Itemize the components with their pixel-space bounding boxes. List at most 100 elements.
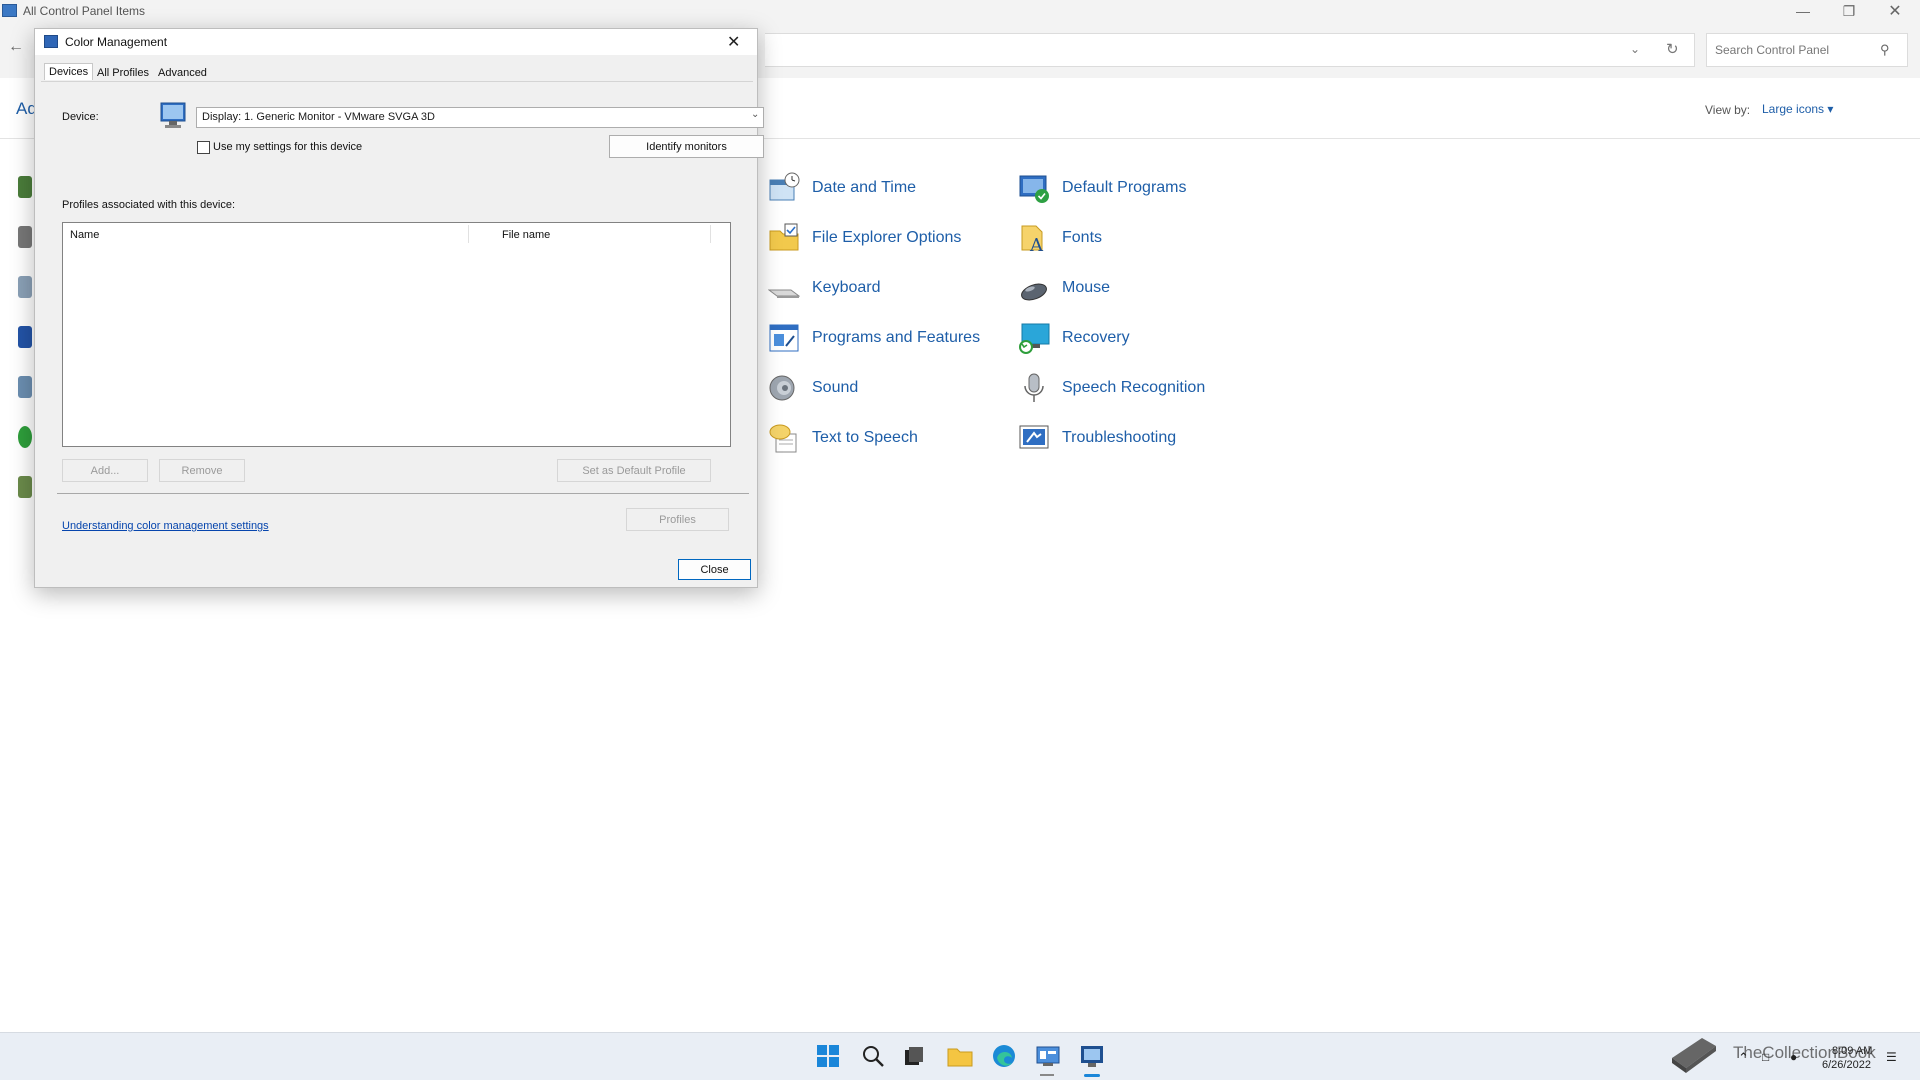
keyboard-icon	[767, 272, 801, 304]
minimize-icon[interactable]: —	[1780, 0, 1826, 22]
active-indicator	[1084, 1074, 1100, 1077]
notification-icon[interactable]: ☰	[1886, 1050, 1897, 1064]
partial-item-icon	[18, 226, 32, 248]
cp-item-label: Text to Speech	[812, 429, 918, 446]
volume-icon[interactable]: ●	[1790, 1050, 1797, 1064]
cp-item-label: Recovery	[1062, 329, 1130, 346]
cp-item-speech-recognition[interactable]: Speech Recognition	[1018, 370, 1205, 406]
search-input[interactable]: Search Control Panel	[1706, 33, 1908, 67]
set-default-profile-button[interactable]: Set as Default Profile	[557, 459, 711, 482]
running-indicator	[1040, 1074, 1054, 1076]
column-header-name[interactable]: Name	[70, 229, 99, 241]
start-icon[interactable]	[814, 1042, 842, 1070]
tab-divider	[41, 81, 753, 82]
network-icon[interactable]: □	[1762, 1050, 1769, 1064]
cp-item-mouse[interactable]: Mouse	[1018, 270, 1110, 306]
edge-icon[interactable]	[990, 1042, 1018, 1070]
tab-all-profiles[interactable]: All Profiles	[93, 65, 153, 81]
cp-item-label: Fonts	[1062, 229, 1103, 246]
file-explorer-icon[interactable]	[946, 1042, 974, 1070]
partial-item-icon	[18, 376, 32, 398]
close-icon[interactable]: ✕	[727, 32, 740, 52]
back-arrow-icon[interactable]: ←	[8, 38, 24, 56]
refresh-icon[interactable]: ↻	[1666, 40, 1679, 58]
cp-item-fonts[interactable]: A Fonts	[1018, 220, 1102, 256]
column-divider	[468, 225, 469, 243]
profiles-button[interactable]: Profiles	[626, 508, 729, 531]
use-settings-checkbox[interactable]	[197, 141, 210, 154]
tab-devices[interactable]: Devices	[44, 63, 94, 80]
color-management-icon[interactable]	[1078, 1042, 1106, 1070]
cp-item-file-explorer-options[interactable]: File Explorer Options	[768, 220, 961, 256]
partial-item-icon	[18, 176, 32, 198]
search-icon[interactable]	[859, 1042, 887, 1070]
address-bar[interactable]	[765, 33, 1695, 67]
restore-icon[interactable]: ❐	[1826, 0, 1872, 22]
cp-item-recovery[interactable]: Recovery	[1018, 320, 1130, 356]
clock-date[interactable]: 6/26/2022	[1822, 1059, 1871, 1071]
book-watermark-icon	[1668, 1032, 1718, 1076]
task-view-icon[interactable]	[900, 1042, 928, 1070]
partial-item-icon	[18, 326, 32, 348]
device-label: Device:	[62, 111, 99, 123]
recovery-icon	[1018, 322, 1050, 354]
programs-features-icon	[768, 322, 800, 354]
control-panel-window-title: All Control Panel Items	[23, 4, 146, 18]
dialog-title: Color Management	[65, 35, 168, 49]
control-panel-app-icon	[2, 4, 17, 17]
search-icon[interactable]: ⚲	[1880, 42, 1890, 58]
color-management-help-link[interactable]: Understanding color management settings	[62, 520, 269, 532]
identify-monitors-button[interactable]: Identify monitors	[609, 135, 764, 158]
cp-item-label: Troubleshooting	[1062, 429, 1177, 446]
troubleshooting-icon	[1018, 422, 1050, 454]
chevron-down-icon[interactable]: ⌄	[751, 109, 759, 120]
cp-item-label: Date and Time	[812, 179, 917, 196]
tab-advanced[interactable]: Advanced	[154, 65, 211, 81]
chevron-up-icon[interactable]: ⌃	[1738, 1050, 1749, 1066]
cp-item-date-time[interactable]: Date and Time	[768, 170, 916, 206]
cp-item-label: File Explorer Options	[812, 229, 962, 246]
partial-item-icon	[18, 426, 32, 448]
close-button[interactable]: Close	[678, 559, 751, 580]
chevron-down-icon[interactable]: ⌄	[1630, 42, 1640, 56]
profiles-section-label: Profiles associated with this device:	[62, 199, 236, 211]
cp-item-label: Default Programs	[1062, 179, 1187, 196]
speech-bubble-icon	[768, 422, 800, 454]
mouse-icon	[1018, 272, 1050, 304]
close-icon[interactable]: ✕	[1872, 0, 1918, 22]
view-by-label: View by:	[1705, 103, 1751, 117]
cp-item-sound[interactable]: Sound	[768, 370, 858, 406]
svg-text:A: A	[1029, 235, 1044, 254]
cp-item-text-to-speech[interactable]: Text to Speech	[768, 420, 918, 456]
partial-item-icon	[18, 476, 32, 498]
add-profile-button[interactable]: Add...	[62, 459, 148, 482]
use-settings-label: Use my settings for this device	[213, 141, 363, 153]
divider	[57, 493, 749, 494]
date-time-icon	[768, 172, 800, 204]
fonts-icon: A	[1018, 222, 1050, 256]
color-management-app-icon	[44, 35, 58, 48]
cp-item-troubleshooting[interactable]: Troubleshooting	[1018, 420, 1176, 456]
clock-time[interactable]: 8:09 AM	[1832, 1045, 1872, 1057]
monitor-icon	[160, 101, 186, 131]
default-programs-icon	[1018, 172, 1050, 204]
cp-item-keyboard[interactable]: Keyboard	[767, 270, 881, 306]
remove-profile-button[interactable]: Remove	[159, 459, 245, 482]
profiles-list[interactable]	[62, 222, 731, 447]
microphone-icon	[1018, 372, 1050, 404]
cp-item-default-programs[interactable]: Default Programs	[1018, 170, 1187, 206]
folder-options-icon	[768, 222, 800, 254]
cp-item-label: Speech Recognition	[1062, 379, 1206, 396]
control-panel-titlebar	[0, 0, 1920, 22]
column-divider	[710, 225, 711, 243]
color-management-dialog: Color Management ✕ Devices All Profiles …	[34, 28, 764, 588]
control-panel-icon[interactable]	[1034, 1042, 1062, 1070]
column-header-file-name[interactable]: File name	[502, 229, 550, 241]
cp-item-label: Mouse	[1062, 279, 1111, 296]
view-by-dropdown[interactable]: Large icons ▾	[1762, 102, 1833, 116]
device-dropdown[interactable]: Display: 1. Generic Monitor - VMware SVG…	[196, 107, 764, 128]
cp-item-label: Programs and Features	[812, 329, 981, 346]
partial-item-icon	[18, 276, 32, 298]
cp-item-programs-features[interactable]: Programs and Features	[768, 320, 980, 356]
cp-item-label: Sound	[812, 379, 859, 396]
